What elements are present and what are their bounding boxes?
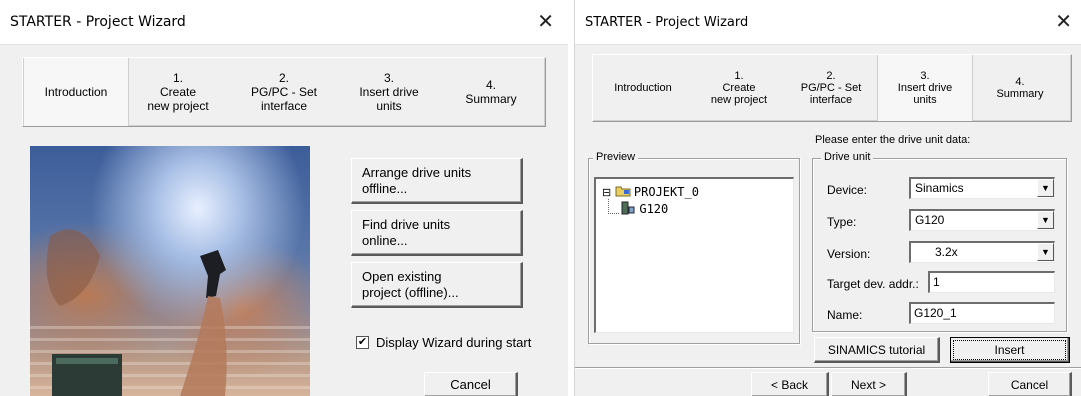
insert-button[interactable]: Insert [950,337,1070,363]
name-input[interactable]: G120_1 [909,302,1055,324]
right-close-icon[interactable]: ✕ [1055,11,1072,31]
figure-shape [46,229,100,306]
tree-node-g120-label: G120 [639,202,669,216]
display-wizard-checkbox[interactable]: ✔ [356,336,369,349]
right-cancel-button[interactable]: Cancel [988,372,1072,396]
tree-node-project[interactable]: ⊟ PROJEKT_0 [602,185,699,199]
chevron-down-icon[interactable]: ▼ [1037,211,1054,229]
drive-device-icon [620,201,636,215]
project-folder-icon [615,185,631,197]
preview-group-label: Preview [593,151,639,163]
type-value: G120 [915,213,945,227]
left-step-summary: 4. Summary [465,78,517,106]
next-button[interactable]: Next > [831,372,907,396]
chevron-down-icon[interactable]: ▼ [1037,179,1054,197]
device-dropdown[interactable]: Sinamics ▼ [909,177,1055,199]
name-value: G120_1 [914,306,957,320]
illustration-graphic [30,229,310,396]
right-step-set-interface: 2. PG/PC - Set interface [800,70,862,106]
left-title-bar: STARTER - Project Wizard ✕ [0,0,568,45]
wizard-illustration [30,146,310,396]
drive-unit-prompt: Please enter the drive unit data: [815,134,971,146]
right-footer-divider [575,367,1081,369]
target-address-input[interactable]: 1 [928,271,1055,293]
arrange-drive-units-button[interactable]: Arrange drive units offline... [351,158,523,204]
right-title-bar: STARTER - Project Wizard ✕ [575,0,1081,45]
tree-branch-line [608,199,619,214]
chevron-down-icon[interactable]: ▼ [1037,243,1054,261]
left-window-title: STARTER - Project Wizard [10,14,186,30]
left-step-introduction: Introduction [23,58,129,126]
display-wizard-label: Display Wizard during start [376,335,532,350]
version-value: 3.2x [935,245,958,259]
left-wizard-window: STARTER - Project Wizard ✕ Introduction … [0,0,568,396]
type-label: Type: [827,215,857,229]
name-label: Name: [827,308,863,322]
tree-node-g120[interactable]: G120 [620,201,668,216]
pistol-silhouette [200,250,226,298]
version-label: Version: [827,247,871,261]
target-address-label: Target dev. addr.: [827,277,919,291]
right-wizard-window: STARTER - Project Wizard ✕ Introduction … [574,0,1081,396]
left-cancel-button[interactable]: Cancel [424,372,518,396]
right-step-tabs: Introduction 1. Create new project 2. PG/P… [592,54,1072,122]
device-label: Device: [827,183,868,197]
device-value: Sinamics [915,181,964,195]
right-step-summary: 4. Summary [996,76,1044,100]
left-close-icon[interactable]: ✕ [537,11,554,31]
tree-expander-icon[interactable]: ⊟ [602,187,611,199]
find-drive-units-button[interactable]: Find drive units online... [351,210,523,256]
target-address-value: 1 [933,275,940,289]
open-existing-project-button[interactable]: Open existing project (offline)... [351,262,523,308]
left-step-set-interface: 2. PG/PC - Set interface [250,71,318,113]
type-dropdown[interactable]: G120 ▼ [909,209,1055,231]
right-step-create-project: 1. Create new project [710,70,768,106]
right-step-introduction: Introduction [614,82,672,94]
insert-button-label: Insert [953,339,1066,360]
left-step-insert-drive: 3. Insert drive units [359,71,419,113]
preview-tree[interactable]: ⊟ PROJEKT_0 G120 [594,177,794,333]
drive-unit-group: Drive unit Device: Sinamics ▼ Type: G120… [812,151,1067,332]
left-step-create-project: 1. Create new project [147,71,209,113]
preview-group: Preview ⊟ PROJEKT_0 G120 [588,151,800,344]
tree-node-project-label: PROJEKT_0 [633,185,699,199]
right-step-insert-drive: 3. Insert drive units [877,55,973,121]
back-button[interactable]: < Back [751,372,829,396]
drive-unit-group-label: Drive unit [821,151,874,163]
sinamics-tutorial-button[interactable]: SINAMICS tutorial [814,337,940,363]
version-dropdown[interactable]: 3.2x ▼ [909,241,1055,263]
arm-shape [180,296,227,396]
left-step-tabs: Introduction 1. Create new project 2. PG/P… [22,57,546,127]
right-window-title: STARTER - Project Wizard [585,15,749,30]
